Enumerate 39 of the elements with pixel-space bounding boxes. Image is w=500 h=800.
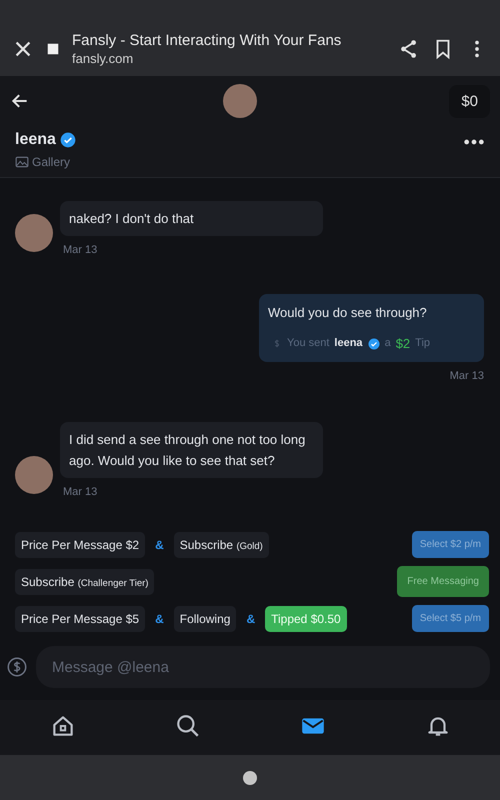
profile-name[interactable]: leena <box>15 131 56 149</box>
dollar-icon <box>272 337 282 350</box>
message-text: I did send a see through one not too long ago. Would you like to see that set? <box>69 431 306 470</box>
requirement-tag: Subscribe (Gold) <box>174 532 269 558</box>
requirement-tag: Price Per Message $2 <box>15 532 146 558</box>
requirement-tag: Subscribe (Challenger Tier) <box>15 568 154 594</box>
requirement-tag: Following <box>174 606 236 632</box>
ampersand: & <box>246 612 256 626</box>
ampersand: & <box>155 612 164 626</box>
tip-recipient: leena <box>334 336 363 351</box>
message-date: Mar 13 <box>63 486 98 498</box>
search-icon[interactable] <box>174 712 200 738</box>
requirement-tag: Tipped $0.50 <box>265 606 347 632</box>
tier-button[interactable]: Select $5 p/m <box>412 605 489 632</box>
message-date: Mar 13 <box>63 244 98 256</box>
avatar <box>15 456 53 494</box>
tip-label: a <box>384 336 391 351</box>
page-icon <box>46 42 60 56</box>
requirement-tag: Price Per Message $5 <box>15 606 146 632</box>
page-url: fansly.com <box>72 51 134 66</box>
tip-amount: $2 <box>396 335 410 353</box>
avatar[interactable] <box>222 84 257 118</box>
dollar-badge-icon[interactable] <box>6 656 28 678</box>
page-title: Fansly - Start Interacting With Your Fans <box>72 32 342 49</box>
message-date: Mar 13 <box>450 370 484 382</box>
ampersand: & <box>155 538 164 552</box>
balance-button[interactable]: $0 <box>449 84 490 118</box>
tier-button[interactable]: Select $2 p/m <box>412 531 489 558</box>
avatar <box>15 214 53 252</box>
image-icon <box>15 155 29 169</box>
verified-badge-icon <box>368 338 380 350</box>
home-button[interactable] <box>243 770 257 784</box>
message-text: naked? I don't do that <box>69 210 195 228</box>
tier-button[interactable]: Free Messaging <box>397 566 489 597</box>
message-text: Would you do see through? <box>268 304 428 322</box>
tip-label: You sent <box>287 336 330 351</box>
message-input[interactable]: Message @leena <box>36 646 490 688</box>
gallery-link[interactable]: Gallery <box>32 155 70 169</box>
tip-label: Tip <box>415 336 430 351</box>
